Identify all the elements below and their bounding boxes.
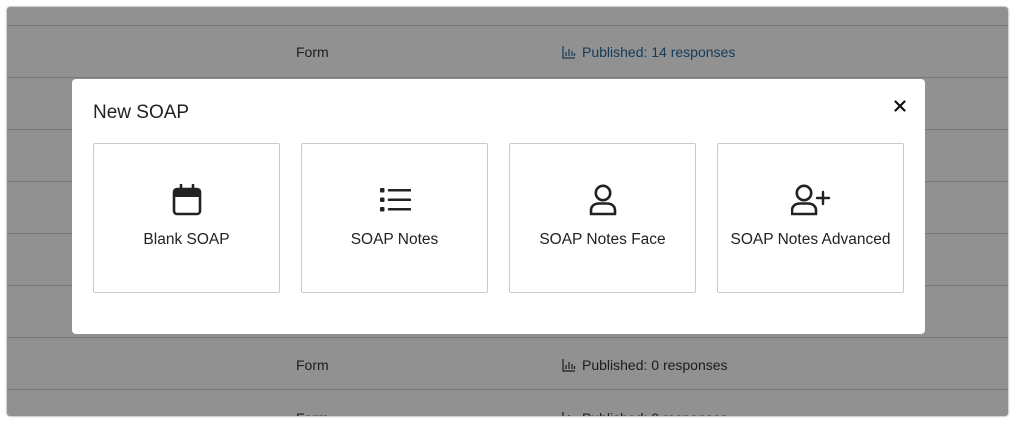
template-card-soap-notes[interactable]: SOAP Notes bbox=[301, 143, 488, 293]
calendar-icon bbox=[172, 184, 201, 216]
card-label: Blank SOAP bbox=[143, 231, 230, 248]
close-button[interactable] bbox=[890, 96, 910, 116]
template-card-blank-soap[interactable]: Blank SOAP bbox=[93, 143, 280, 293]
user-icon bbox=[589, 184, 616, 216]
card-icon-wrap bbox=[94, 183, 279, 217]
card-label: SOAP Notes Face bbox=[539, 231, 666, 248]
new-soap-dialog: New SOAP Blank SOAP SOAP Notes SOAP Note… bbox=[72, 79, 925, 334]
card-label: SOAP Notes bbox=[350, 231, 439, 248]
template-cards: Blank SOAP SOAP Notes SOAP Notes Face SO… bbox=[93, 143, 905, 293]
template-card-soap-notes-advanced[interactable]: SOAP Notes Advanced bbox=[717, 143, 904, 293]
dialog-title: New SOAP bbox=[93, 102, 190, 123]
user-plus-icon bbox=[790, 184, 830, 216]
list-icon bbox=[379, 188, 411, 212]
app-frame: Form Published: 14 responses Form Publis… bbox=[7, 7, 1008, 416]
template-card-soap-notes-face[interactable]: SOAP Notes Face bbox=[509, 143, 696, 293]
card-icon-wrap bbox=[718, 183, 903, 217]
card-icon-wrap bbox=[302, 183, 487, 217]
close-icon bbox=[894, 100, 906, 112]
card-label: SOAP Notes Advanced bbox=[730, 231, 891, 248]
card-icon-wrap bbox=[510, 183, 695, 217]
